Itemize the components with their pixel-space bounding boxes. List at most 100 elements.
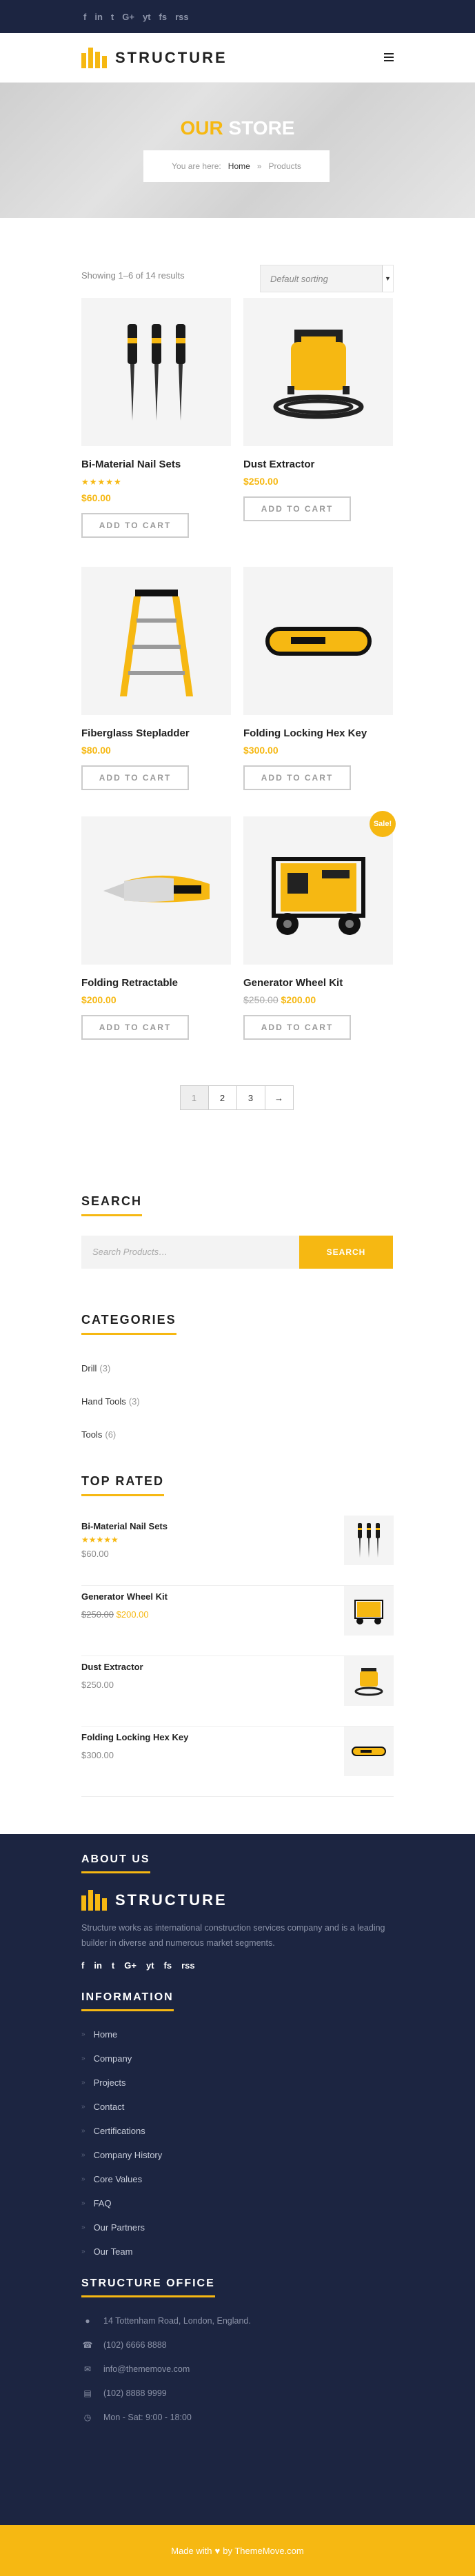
- contact-email[interactable]: ✉ info@thememove.com: [81, 2357, 394, 2381]
- product-name[interactable]: Dust Extractor: [243, 459, 393, 470]
- footer-link[interactable]: » Core Values: [81, 2167, 394, 2191]
- category-name[interactable]: Hand Tools: [81, 1396, 126, 1407]
- contact-fax: ▤ (102) 8888 9999: [81, 2381, 394, 2405]
- add-to-cart-button[interactable]: ADD TO CART: [243, 496, 351, 521]
- linkedin-icon[interactable]: in: [94, 1960, 102, 1971]
- search-title: SEARCH: [81, 1194, 143, 1216]
- facebook-icon[interactable]: f: [83, 12, 86, 21]
- footer-link[interactable]: » FAQ: [81, 2191, 394, 2215]
- top-bar: f in t G+ yt fs rss: [0, 0, 475, 33]
- old-price: $250.00: [243, 994, 279, 1005]
- chevron-right-icon: »: [81, 2248, 85, 2255]
- dust-extractor-icon: [273, 329, 363, 419]
- top-rated-item: Generator Wheel Kit $250.00 $200.00: [81, 1586, 394, 1656]
- footer-link[interactable]: » Our Partners: [81, 2215, 394, 2240]
- page-title-accent: OUR: [180, 117, 223, 139]
- office-contacts: ● 14 Tottenham Road, London, England. ☎ (1…: [81, 2308, 394, 2429]
- product-name[interactable]: Folding Locking Hex Key: [243, 727, 393, 739]
- google-plus-icon[interactable]: G+: [122, 12, 134, 21]
- breadcrumb-home-link[interactable]: Home: [228, 161, 250, 171]
- add-to-cart-button[interactable]: ADD TO CART: [81, 1015, 189, 1040]
- twitter-icon[interactable]: t: [111, 12, 114, 21]
- top-rated-name[interactable]: Bi-Material Nail Sets: [81, 1521, 168, 1531]
- sale-badge: Sale!: [370, 811, 396, 837]
- product-card: Folding Retractable $200.00 ADD TO CART: [81, 816, 231, 1085]
- product-name[interactable]: Fiberglass Stepladder: [81, 727, 231, 739]
- page-2[interactable]: 2: [208, 1085, 237, 1110]
- product-name[interactable]: Generator Wheel Kit: [243, 977, 393, 989]
- rss-icon[interactable]: rss: [175, 12, 189, 21]
- categories-widget: CATEGORIES Drill (3) Hand Tools (3) Tool…: [81, 1313, 394, 1451]
- foursquare-icon[interactable]: fs: [159, 12, 168, 21]
- facebook-icon[interactable]: f: [81, 1960, 84, 1971]
- next-page-icon[interactable]: →: [264, 1085, 294, 1110]
- add-to-cart-button[interactable]: ADD TO CART: [81, 513, 189, 538]
- sorting-select[interactable]: Default sorting ▼: [260, 265, 394, 292]
- category-item[interactable]: Drill (3): [81, 1351, 394, 1385]
- top-rated-item: Dust Extractor $250.00: [81, 1656, 394, 1727]
- google-plus-icon[interactable]: G+: [124, 1960, 137, 1971]
- search-button[interactable]: SEARCH: [299, 1236, 393, 1269]
- site-logo[interactable]: STRUCTURE: [81, 47, 228, 68]
- top-rated-thumbnail[interactable]: [344, 1727, 394, 1776]
- product-name[interactable]: Folding Retractable: [81, 977, 231, 989]
- product-image[interactable]: [243, 567, 393, 715]
- youtube-icon[interactable]: yt: [143, 12, 151, 21]
- information-title: INFORMATION: [81, 1991, 174, 2011]
- footer-link[interactable]: » Company History: [81, 2143, 394, 2167]
- search-input[interactable]: Search Products…: [81, 1236, 299, 1269]
- footer-logo[interactable]: STRUCTURE: [81, 1890, 394, 1911]
- category-item[interactable]: Hand Tools (3): [81, 1385, 394, 1418]
- copyright-bar: Made with ♥ by ThemeMove.com: [0, 2525, 475, 2576]
- shop-toolbar: Showing 1–6 of 14 results Default sortin…: [81, 218, 394, 298]
- top-rated-thumbnail[interactable]: [344, 1586, 394, 1636]
- copyright-by-link[interactable]: by ThemeMove.com: [223, 2546, 304, 2556]
- top-rated-item: Bi-Material Nail Sets ★★★★★ $60.00: [81, 1516, 394, 1586]
- category-name[interactable]: Tools: [81, 1429, 102, 1440]
- category-count: (3): [128, 1396, 140, 1407]
- top-rated-thumbnail[interactable]: [344, 1656, 394, 1706]
- sorting-value: Default sorting: [270, 274, 328, 284]
- product-image[interactable]: [243, 816, 393, 965]
- sale-price: $200.00: [116, 1609, 149, 1620]
- chevron-right-icon: »: [81, 2055, 85, 2062]
- footer-link[interactable]: » Company: [81, 2046, 394, 2071]
- footer-link[interactable]: » Our Team: [81, 2240, 394, 2264]
- top-rated-price: $250.00: [81, 1680, 114, 1690]
- product-image[interactable]: [81, 816, 231, 965]
- top-rated-name[interactable]: Dust Extractor: [81, 1662, 143, 1672]
- clock-icon: ◷: [83, 2412, 92, 2422]
- category-item[interactable]: Tools (6): [81, 1418, 394, 1451]
- office-title: STRUCTURE OFFICE: [81, 2277, 215, 2297]
- page-title: OUR STORE: [0, 117, 475, 139]
- add-to-cart-button[interactable]: ADD TO CART: [81, 765, 189, 790]
- add-to-cart-button[interactable]: ADD TO CART: [243, 765, 351, 790]
- linkedin-icon[interactable]: in: [94, 12, 103, 21]
- product-grid: Bi-Material Nail Sets ★★★★★ $60.00 ADD T…: [81, 298, 396, 1085]
- category-name[interactable]: Drill: [81, 1363, 97, 1373]
- add-to-cart-button[interactable]: ADD TO CART: [243, 1015, 351, 1040]
- product-image[interactable]: [243, 298, 393, 446]
- top-rated-name[interactable]: Generator Wheel Kit: [81, 1591, 168, 1602]
- page-3[interactable]: 3: [236, 1085, 265, 1110]
- hamburger-menu-icon[interactable]: [384, 53, 394, 61]
- footer-link[interactable]: » Projects: [81, 2071, 394, 2095]
- product-image[interactable]: [81, 298, 231, 446]
- top-rated-name[interactable]: Folding Locking Hex Key: [81, 1732, 188, 1742]
- shop-content: Showing 1–6 of 14 results Default sortin…: [0, 218, 475, 1834]
- top-rated-price: $250.00 $200.00: [81, 1609, 149, 1620]
- search-widget: SEARCH Search Products… SEARCH: [81, 1194, 394, 1269]
- footer-link[interactable]: » Certifications: [81, 2119, 394, 2143]
- footer-link[interactable]: » Contact: [81, 2095, 394, 2119]
- rss-icon[interactable]: rss: [181, 1960, 195, 1971]
- breadcrumb: You are here: Home » Products: [143, 150, 330, 182]
- foursquare-icon[interactable]: fs: [164, 1960, 172, 1971]
- twitter-icon[interactable]: t: [112, 1960, 114, 1971]
- top-rated-thumbnail[interactable]: [344, 1516, 394, 1565]
- footer-link[interactable]: » Home: [81, 2022, 394, 2046]
- product-image[interactable]: [81, 567, 231, 715]
- product-name[interactable]: Bi-Material Nail Sets: [81, 459, 231, 470]
- youtube-icon[interactable]: yt: [146, 1960, 154, 1971]
- top-rated-title: TOP RATED: [81, 1474, 165, 1496]
- rating-stars: ★★★★★: [81, 1535, 119, 1544]
